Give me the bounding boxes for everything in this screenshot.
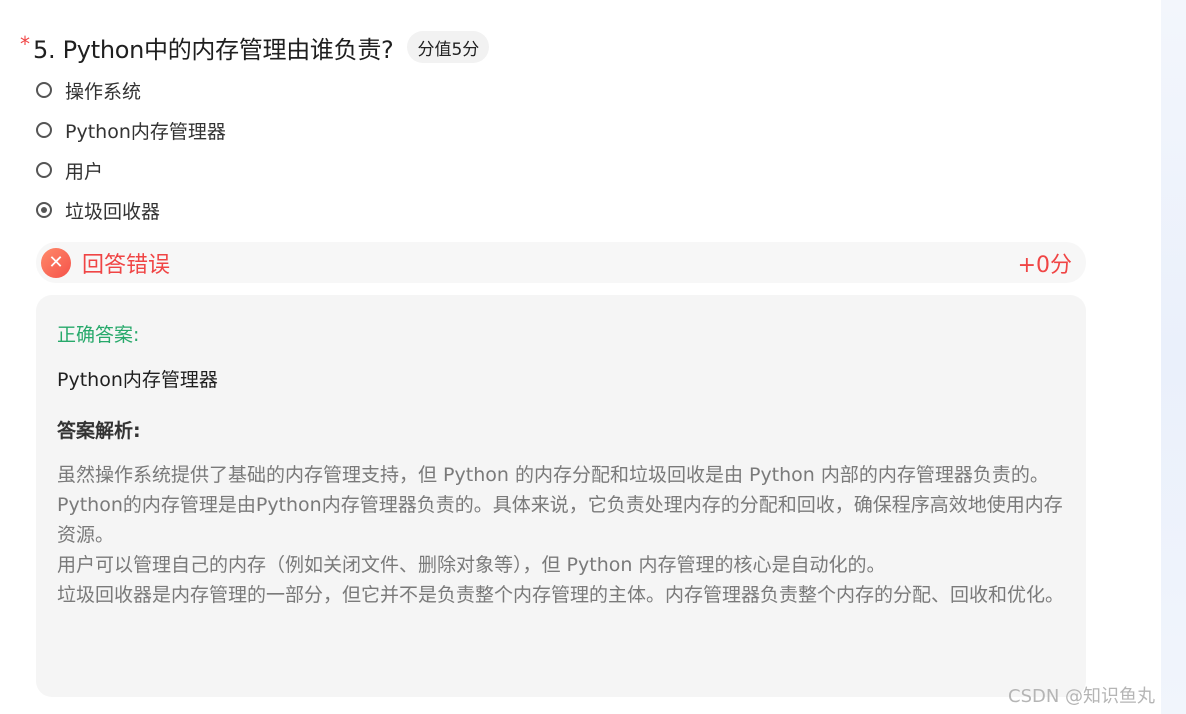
result-score: +0分 [1017,252,1072,278]
question-header: * 5. Python中的内存管理由谁负责? 分值5分 [20,30,490,64]
option-3[interactable]: 垃圾回收器 [36,190,226,230]
required-mark: * [20,32,30,56]
question-title: 5. Python中的内存管理由谁负责? [33,35,394,64]
x-icon: ✕ [41,247,71,278]
option-1[interactable]: Python内存管理器 [36,110,226,150]
analysis-line: 虽然操作系统提供了基础的内存管理支持，但 Python 的内存分配和垃圾回收是由… [57,464,1049,486]
radio-icon[interactable] [36,162,52,178]
radio-icon[interactable] [36,122,52,138]
analysis-title: 答案解析: [57,420,141,442]
option-label: Python内存管理器 [65,120,226,143]
analysis-line: Python的内存管理是由Python内存管理器负责的。具体来说，它负责处理内存… [57,494,1063,546]
analysis-line: 垃圾回收器是内存管理的一部分，但它并不是负责整个内存管理的主体。内存管理器负责整… [57,584,1065,606]
option-2[interactable]: 用户 [36,150,226,190]
option-label: 操作系统 [65,80,142,103]
correct-answer-value: Python内存管理器 [57,369,218,391]
side-strip [1161,0,1186,714]
analysis-line: 用户可以管理自己的内存（例如关闭文件、删除对象等），但 Python 内存管理的… [57,554,886,576]
radio-checked-icon[interactable] [36,202,52,218]
watermark: CSDN @知识鱼丸 [1008,686,1156,707]
option-0[interactable]: 操作系统 [36,70,226,110]
option-label: 用户 [65,160,104,183]
score-badge: 分值5分 [407,31,490,63]
analysis-text: 虽然操作系统提供了基础的内存管理支持，但 Python 的内存分配和垃圾回收是由… [57,460,1066,610]
result-text: 回答错误 [82,252,171,278]
radio-icon[interactable] [36,82,52,98]
correct-answer-label: 正确答案: [57,324,140,346]
answer-panel: 正确答案: Python内存管理器 答案解析: 虽然操作系统提供了基础的内存管理… [36,295,1086,697]
option-label: 垃圾回收器 [65,200,161,223]
result-bar: ✕ 回答错误 +0分 [36,242,1086,283]
options-list: 操作系统 Python内存管理器 用户 垃圾回收器 [36,70,226,230]
